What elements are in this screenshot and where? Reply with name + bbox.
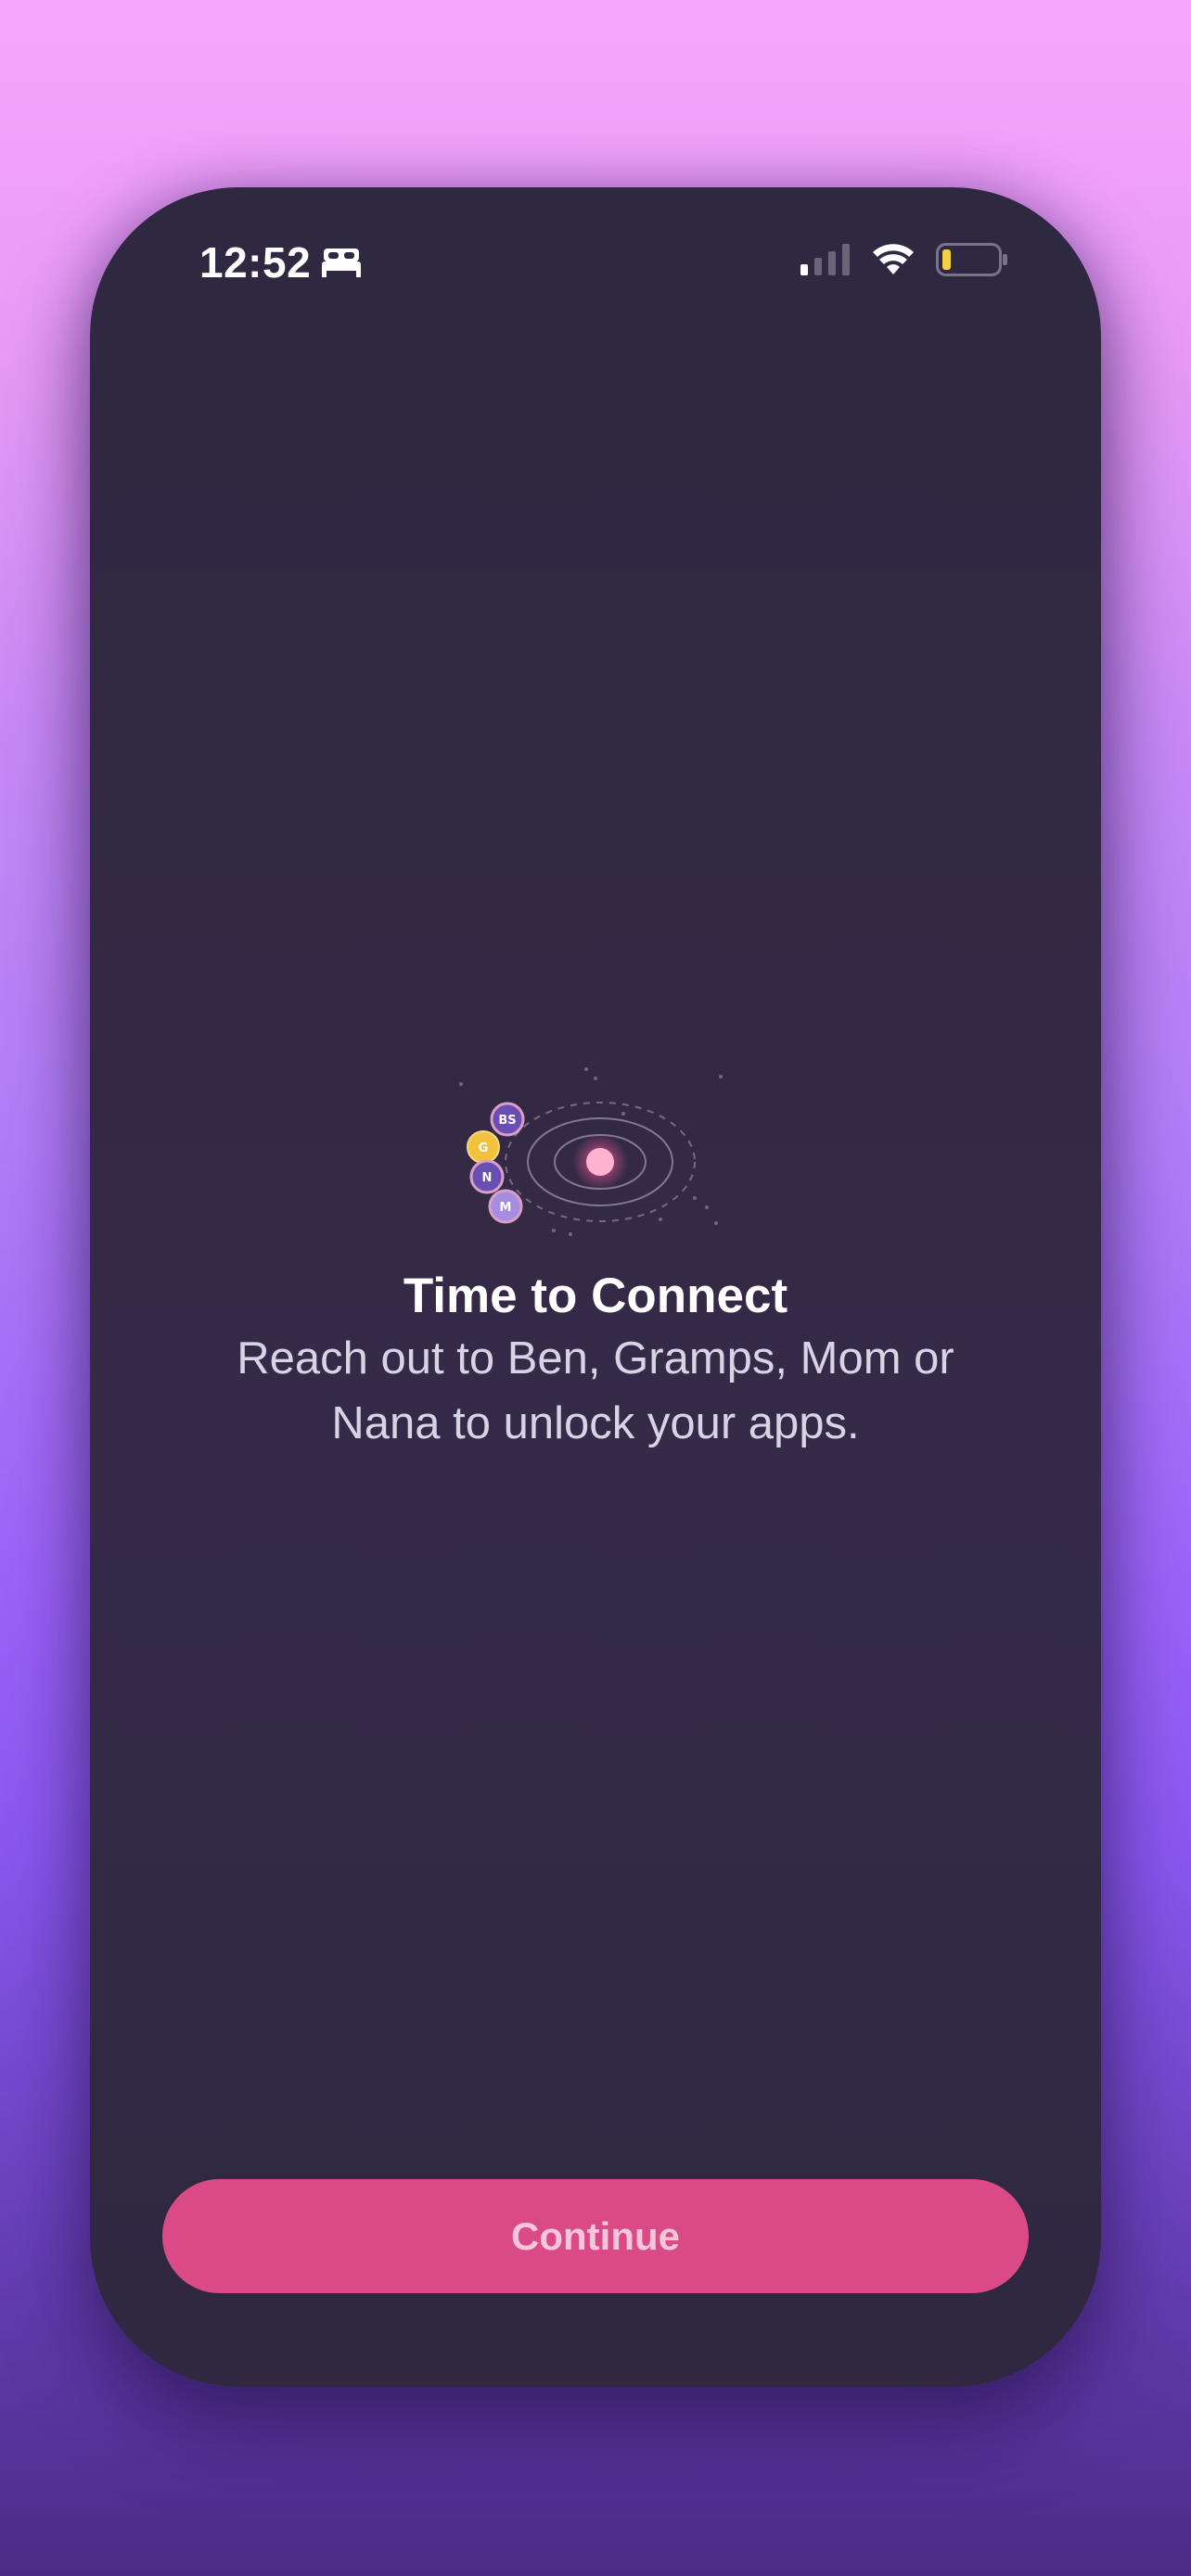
avatar-n: N bbox=[469, 1159, 505, 1194]
phone-screen: 12:52 BS G N M Time to Connect Reach out… bbox=[90, 187, 1101, 2387]
status-indicators bbox=[800, 243, 1008, 276]
svg-text:M: M bbox=[500, 1201, 512, 1215]
svg-text:BS: BS bbox=[498, 1114, 516, 1128]
battery-low-icon bbox=[936, 243, 1008, 276]
cellular-signal-icon bbox=[800, 244, 851, 275]
page-title: Time to Connect bbox=[403, 1269, 788, 1323]
svg-text:G: G bbox=[479, 1141, 489, 1155]
status-time: 12:52 bbox=[199, 238, 312, 287]
svg-text:N: N bbox=[482, 1171, 493, 1185]
avatar-m: M bbox=[488, 1189, 523, 1224]
status-bar: 12:52 bbox=[90, 187, 1101, 336]
page-subtitle: Reach out to Ben, Gramps, Mom or Nana to… bbox=[237, 1333, 954, 1448]
wifi-icon bbox=[871, 244, 916, 275]
avatar-bs: BS bbox=[490, 1102, 525, 1137]
bed-icon bbox=[320, 247, 363, 278]
connect-illustration: BS G N M bbox=[452, 1064, 739, 1268]
status-time-group: 12:52 bbox=[199, 237, 363, 287]
continue-button[interactable]: Continue bbox=[162, 2179, 1029, 2293]
avatar-g: G bbox=[467, 1130, 500, 1164]
